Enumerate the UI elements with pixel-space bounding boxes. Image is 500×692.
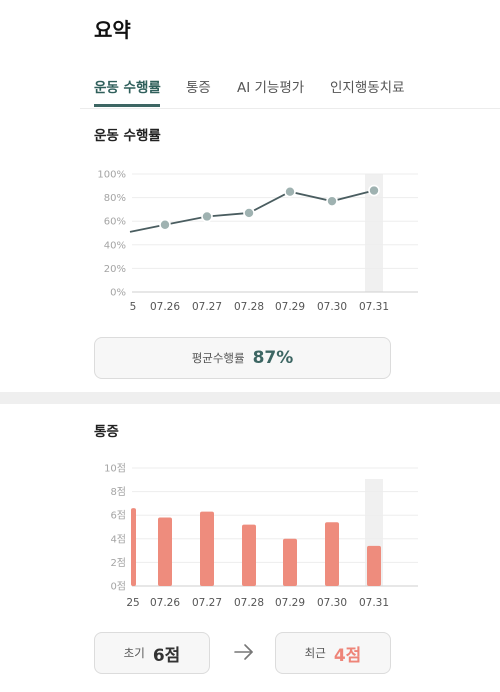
y-tick-label: 100%	[97, 170, 126, 181]
x-tick-label: 07.30	[317, 597, 347, 609]
x-tick-label: 07.27	[192, 597, 222, 609]
x-tick-label: 07.28	[234, 597, 264, 609]
y-tick-label: 80%	[104, 193, 126, 204]
recent-pain-label: 최근	[304, 646, 326, 660]
x-tick-label: 07.27	[192, 301, 222, 313]
y-tick-label: 2점	[110, 557, 126, 569]
x-tick-label: 25	[126, 597, 139, 609]
data-bar	[367, 545, 381, 586]
x-tick-label: 07.29	[275, 597, 305, 609]
y-tick-label: 10점	[104, 463, 126, 475]
data-bar	[200, 511, 214, 586]
tab-bar: 운동 수행률 통증 AI 기능평가 인지행동치료	[80, 70, 500, 108]
y-tick-label: 40%	[104, 240, 126, 251]
initial-pain-value: 6점	[152, 645, 181, 666]
initial-pain-label: 초기	[123, 646, 145, 660]
y-tick-label: 8점	[110, 486, 126, 498]
x-tick-label: 07.31	[359, 301, 389, 313]
data-bar	[131, 508, 136, 586]
data-point	[284, 185, 296, 198]
tab-exercise-rate[interactable]: 운동 수행률	[94, 76, 161, 96]
pain-section-title: 통증	[94, 424, 119, 440]
average-rate-value: 87%	[252, 348, 294, 368]
data-point	[368, 184, 380, 197]
y-tick-label: 4점	[110, 533, 126, 545]
data-bar	[158, 517, 172, 586]
x-tick-label: 07.29	[275, 301, 305, 313]
initial-pain-box: 초기 6점	[94, 632, 210, 674]
active-tab-indicator	[94, 104, 160, 107]
tab-cbt[interactable]: 인지행동치료	[330, 76, 405, 96]
y-tick-label: 0점	[110, 581, 126, 593]
tab-ai-function-eval[interactable]: AI 기능평가	[237, 76, 304, 96]
pain-bar-chart: 10점 8점 6점 4점 2점 0점25 07.26 07.27 07.28 07.29 07.30…	[104, 463, 418, 609]
x-tick-label: 07.26	[150, 301, 180, 313]
y-tick-label: 6점	[110, 510, 126, 522]
y-tick-label: 20%	[104, 264, 126, 275]
average-rate-label: 평균수행률	[191, 351, 245, 365]
data-point	[201, 210, 213, 223]
exercise-line-chart: 100% 80% 60% 40% 20% 0% 5 07.26 07.27 07.28 07.29 0…	[97, 170, 418, 313]
data-point	[243, 207, 255, 219]
x-tick-label: 07.26	[150, 597, 180, 609]
recent-pain-box: 최근 4점	[275, 632, 391, 674]
y-tick-label: 60%	[104, 217, 126, 228]
average-rate-box: 평균수행률 87%	[94, 337, 391, 379]
x-tick-label: 07.28	[234, 301, 264, 313]
section-separator	[0, 392, 500, 404]
data-bar	[283, 538, 297, 586]
data-bar	[242, 524, 256, 586]
data-point	[159, 218, 171, 231]
arrow-right-icon	[234, 644, 253, 660]
x-tick-label: 07.30	[317, 301, 347, 313]
exercise-section-title: 운동 수행률	[94, 128, 161, 144]
data-point	[326, 195, 338, 207]
page-title: 요약	[94, 18, 131, 42]
tabs-divider	[80, 108, 500, 109]
x-tick-label: 5	[130, 301, 137, 313]
data-bar	[325, 522, 339, 586]
x-tick-label: 07.31	[359, 597, 389, 609]
recent-pain-value: 4점	[333, 645, 362, 666]
y-tick-label: 0%	[110, 288, 126, 299]
tab-pain[interactable]: 통증	[186, 76, 211, 96]
